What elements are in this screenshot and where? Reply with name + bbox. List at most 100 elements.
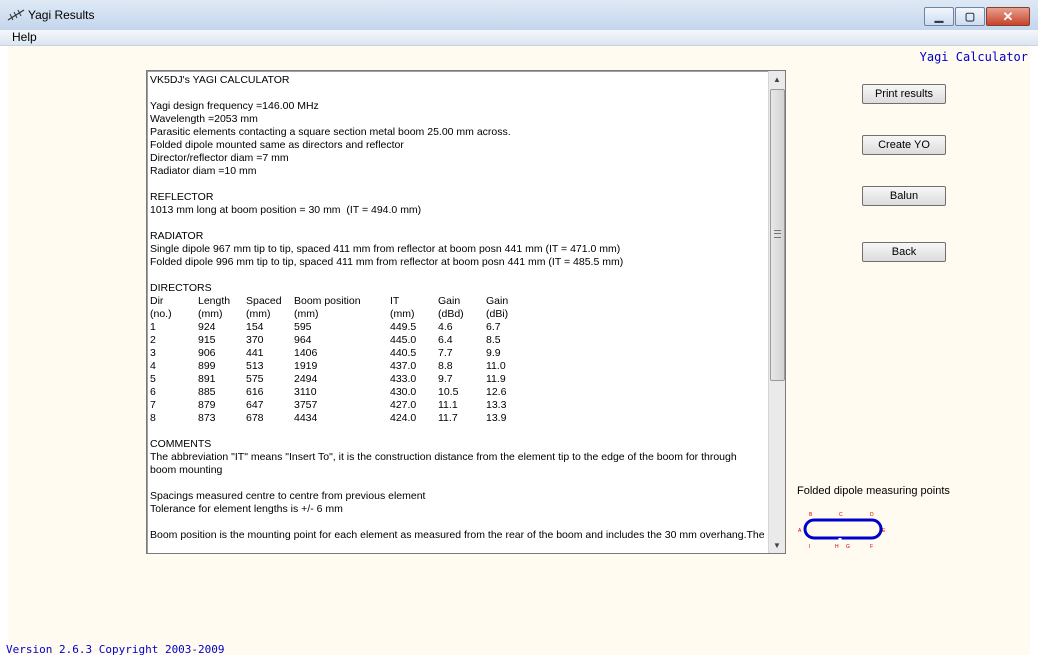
text-line: Boom position is the mounting point for … xyxy=(150,529,765,541)
table-row: 2 915 370 964 445.0 6.4 8.5 xyxy=(150,334,768,347)
table-cell: 437.0 xyxy=(390,360,417,372)
table-header-cell: (mm) xyxy=(294,308,319,320)
table-cell: 427.0 xyxy=(390,399,417,411)
table-cell: 513 xyxy=(246,360,264,372)
table-cell: 12.6 xyxy=(486,386,507,398)
text-line xyxy=(150,87,768,100)
close-button[interactable]: ✕ xyxy=(986,7,1030,26)
table-cell: 449.5 xyxy=(390,321,417,333)
measuring-point-label: H xyxy=(835,544,839,550)
table-cell: 445.0 xyxy=(390,334,417,346)
measuring-point-label: B xyxy=(809,512,813,518)
table-header-cell: (no.) xyxy=(150,308,172,320)
table-cell: 370 xyxy=(246,334,264,346)
table-header-cell: IT xyxy=(390,295,400,307)
table-cell: 873 xyxy=(198,412,216,424)
table-header-row: Dir Length Spaced Boom position IT Gain Gain xyxy=(150,295,768,308)
balun-button[interactable]: Balun xyxy=(862,186,946,206)
maximize-icon: ▢ xyxy=(964,11,976,23)
table-header-row: (no.) (mm) (mm) (mm) (mm) (dBd) (dBi) xyxy=(150,308,768,321)
menu-help[interactable]: Help xyxy=(12,30,37,44)
create-yo-button[interactable]: Create YO xyxy=(862,135,946,155)
table-header-cell: Dir xyxy=(150,295,164,307)
back-button[interactable]: Back xyxy=(862,242,946,262)
results-text: VK5DJ's YAGI CALCULATOR Yagi design freq… xyxy=(150,74,768,550)
table-cell: 441 xyxy=(246,347,264,359)
text-line: REFLECTOR xyxy=(150,191,214,203)
table-cell: 433.0 xyxy=(390,373,417,385)
table-header-cell: (dBi) xyxy=(486,308,509,320)
status-version: Version 2.6.3 Copyright 2003-2009 xyxy=(6,643,225,656)
scroll-thumb[interactable] xyxy=(770,89,785,381)
table-row: 6 885 616 3110 430.0 10.5 12.6 xyxy=(150,386,768,399)
table-cell: 11.0 xyxy=(486,360,506,372)
table-header-cell: Gain xyxy=(486,295,509,307)
text-line: Wavelength =2053 mm xyxy=(150,113,258,125)
table-cell: 1406 xyxy=(294,347,318,359)
text-line: The abbreviation "IT" means "Insert To",… xyxy=(150,451,737,463)
table-cell: 10.5 xyxy=(438,386,459,398)
table-cell: 5 xyxy=(150,373,156,385)
table-header-cell: Spaced xyxy=(246,295,282,307)
folded-dipole-label: Folded dipole measuring points xyxy=(797,485,950,497)
app-label: Yagi Calculator xyxy=(919,50,1028,64)
folded-dipole-diagram: A B C D E F G H I xyxy=(798,512,886,550)
text-line xyxy=(150,425,768,438)
text-line: VK5DJ's YAGI CALCULATOR xyxy=(150,74,290,86)
scroll-up-arrow-icon[interactable]: ▲ xyxy=(769,71,785,87)
text-line: Parasitic elements contacting a square s… xyxy=(150,126,511,138)
table-cell: 4 xyxy=(150,360,156,372)
table-cell: 575 xyxy=(246,373,264,385)
table-header-cell: (dBd) xyxy=(438,308,464,320)
table-cell: 8.5 xyxy=(486,334,501,346)
table-cell: 885 xyxy=(198,386,216,398)
table-cell: 424.0 xyxy=(390,412,417,424)
table-cell: 2 xyxy=(150,334,156,346)
results-textbox[interactable]: VK5DJ's YAGI CALCULATOR Yagi design freq… xyxy=(146,70,786,554)
table-header-cell: (mm) xyxy=(198,308,223,320)
measuring-point-label: F xyxy=(870,544,873,550)
maximize-button[interactable]: ▢ xyxy=(955,7,985,26)
measuring-point-label: E xyxy=(882,528,886,534)
measuring-point-label: I xyxy=(809,544,810,550)
window-title: Yagi Results xyxy=(28,8,95,22)
scroll-down-arrow-icon[interactable]: ▼ xyxy=(769,537,785,553)
table-cell: 9.7 xyxy=(438,373,453,385)
text-line: 1013 mm long at boom position = 30 mm (I… xyxy=(150,204,422,216)
vertical-scrollbar[interactable]: ▲ ▼ xyxy=(768,71,785,553)
table-row: 8 873 678 4434 424.0 11.7 13.9 xyxy=(150,412,768,425)
text-line: Yagi design frequency =146.00 MHz xyxy=(150,100,319,112)
table-cell: 11.9 xyxy=(486,373,506,385)
text-line: Single dipole 967 mm tip to tip, spaced … xyxy=(150,243,621,255)
table-row: 3 906 441 1406 440.5 7.7 9.9 xyxy=(150,347,768,360)
table-cell: 430.0 xyxy=(390,386,417,398)
table-header-cell: Boom position xyxy=(294,295,361,307)
text-line: Director/reflector diam =7 mm xyxy=(150,152,289,164)
table-cell: 6.4 xyxy=(438,334,453,346)
folded-dipole-loop xyxy=(803,518,883,540)
measuring-point-label: D xyxy=(870,512,874,518)
table-cell: 906 xyxy=(198,347,216,359)
minimize-button[interactable]: ▁ xyxy=(924,7,954,26)
text-line: Tolerance for element lengths is +/- 6 m… xyxy=(150,503,343,515)
table-cell: 924 xyxy=(198,321,216,333)
text-line xyxy=(150,178,768,191)
table-header-cell: Length xyxy=(198,295,231,307)
minimize-icon: ▁ xyxy=(934,11,944,23)
text-line: Folded dipole 996 mm tip to tip, spaced … xyxy=(150,256,624,268)
text-line: boom mounting xyxy=(150,464,223,476)
table-cell: 1 xyxy=(150,321,156,333)
text-line: DIRECTORS xyxy=(150,282,212,294)
table-cell: 879 xyxy=(198,399,216,411)
yagi-antenna-icon xyxy=(7,9,25,21)
table-row: 4 899 513 1919 437.0 8.8 11.0 xyxy=(150,360,768,373)
measuring-point-label: A xyxy=(798,528,802,534)
print-results-button[interactable]: Print results xyxy=(862,84,946,104)
table-cell: 678 xyxy=(246,412,264,424)
table-header-cell: Gain xyxy=(438,295,461,307)
table-header-cell: (mm) xyxy=(246,308,271,320)
text-line: Spacings measured centre to centre from … xyxy=(150,490,426,502)
text-line: COMMENTS xyxy=(150,438,212,450)
table-cell: 4434 xyxy=(294,412,318,424)
close-icon: ✕ xyxy=(1002,8,1014,24)
